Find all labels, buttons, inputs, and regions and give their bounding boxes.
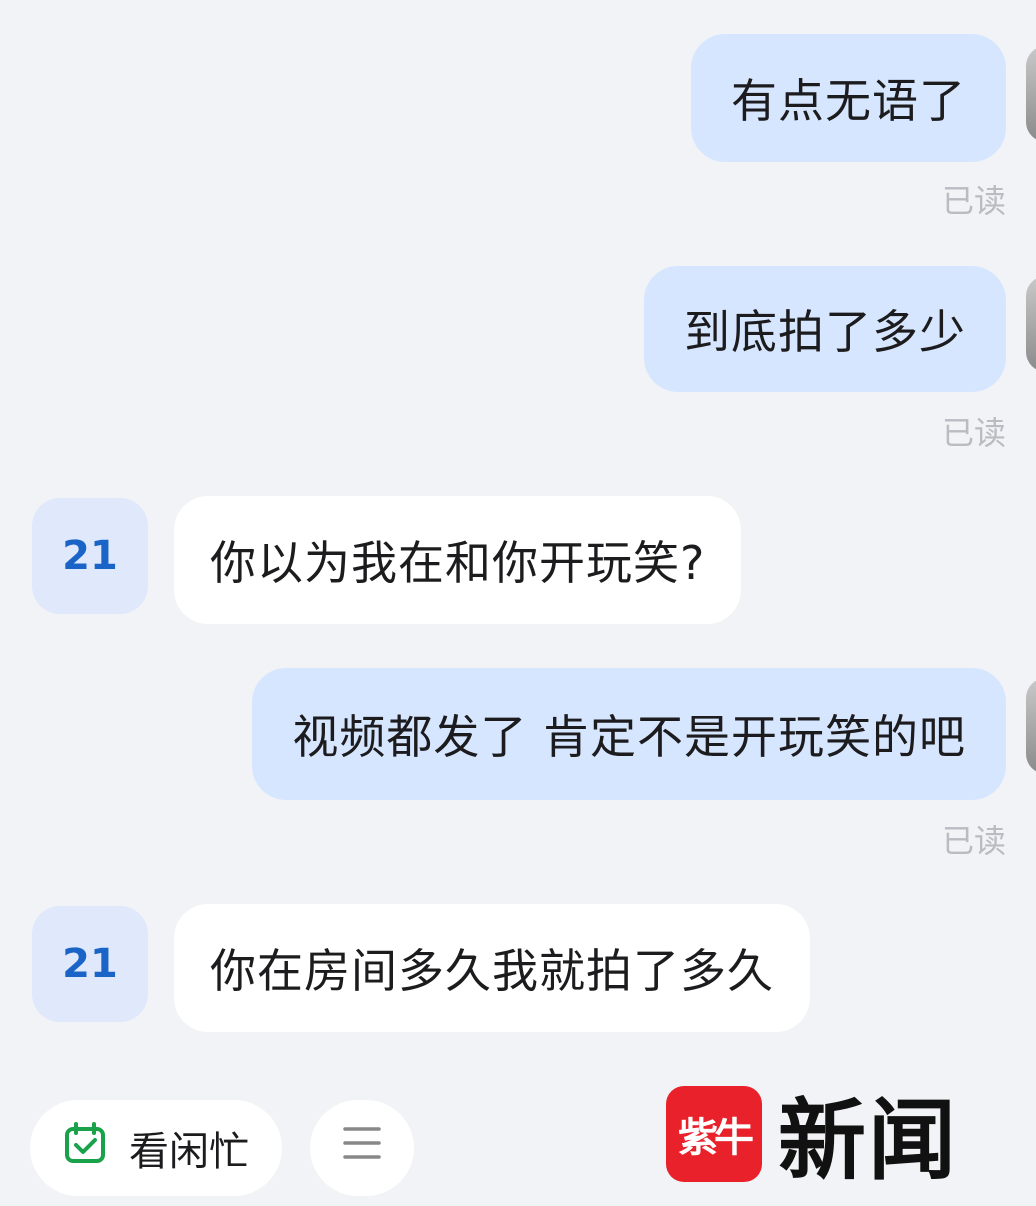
watermark-text: 新闻 [778,1088,959,1192]
message-bubble-sent[interactable]: 视频都发了 肯定不是开玩笑的吧 [252,668,1006,800]
availability-button[interactable]: 看闲忙 [30,1100,282,1196]
availability-label: 看闲忙 [129,1129,249,1175]
contact-avatar[interactable]: 21 [32,906,148,1022]
message-bubble-sent[interactable]: 到底拍了多少 [644,266,1006,392]
news-watermark: 紫牛 新闻 [666,1070,958,1197]
menu-icon [342,1125,382,1171]
message-text: 有点无语了 [731,74,966,128]
avatar-label: 21 [62,533,118,579]
message-bubble-received[interactable]: 你以为我在和你开玩笑? [174,496,742,624]
message-text: 到底拍了多少 [684,305,966,359]
avatar-label: 21 [62,941,118,987]
read-receipt: 已读 [941,822,1006,860]
more-menu-button[interactable] [310,1100,414,1196]
news-logo: 紫牛 [666,1085,762,1182]
read-receipt: 已读 [941,182,1006,220]
self-avatar[interactable] [1026,276,1036,372]
self-avatar[interactable] [1026,46,1036,142]
self-avatar[interactable] [1026,678,1036,774]
message-text: 视频都发了 肯定不是开玩笑的吧 [292,710,966,764]
message-text: 你以为我在和你开玩笑? [210,536,706,590]
read-receipt: 已读 [941,414,1006,452]
calendar-check-icon [63,1121,107,1175]
message-bubble-received[interactable]: 你在房间多久我就拍了多久 [174,904,810,1032]
message-text: 你在房间多久我就拍了多久 [210,944,774,998]
contact-avatar[interactable]: 21 [32,498,148,614]
message-bubble-sent[interactable]: 有点无语了 [691,34,1006,162]
chat-window: 有点无语了 已读 到底拍了多少 已读 21 你以为我在和你开玩笑? 视频都发了 … [0,0,1036,1206]
